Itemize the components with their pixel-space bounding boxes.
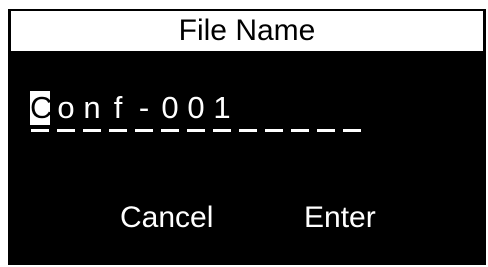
char-slot[interactable]: n <box>83 89 101 145</box>
char-underline <box>31 129 49 132</box>
char-slot[interactable] <box>317 89 335 145</box>
char-underline <box>265 129 283 132</box>
char-slot[interactable]: 0 <box>161 89 179 145</box>
char-underline <box>213 129 231 132</box>
title-bar: File Name <box>11 11 483 51</box>
char-underline <box>187 129 205 132</box>
char-glyph: 0 <box>161 90 179 125</box>
char-slot[interactable] <box>265 89 283 145</box>
dialog-title: File Name <box>178 14 316 47</box>
char-glyph <box>316 91 336 125</box>
char-slot[interactable]: C <box>30 89 53 145</box>
char-slot[interactable] <box>239 89 257 145</box>
enter-button[interactable]: Enter <box>304 198 376 238</box>
char-slot[interactable] <box>343 89 361 145</box>
char-slot[interactable]: 1 <box>213 89 231 145</box>
char-glyph: n <box>83 90 101 125</box>
char-slot[interactable]: f <box>109 89 127 145</box>
file-name-dialog: File Name C o n f - 0 0 1 Cancel Enter <box>8 9 486 265</box>
char-underline <box>239 129 257 132</box>
char-underline <box>343 129 361 132</box>
char-underline <box>83 129 101 132</box>
char-glyph: o <box>57 90 75 125</box>
char-glyph <box>264 91 284 125</box>
char-glyph <box>342 91 362 125</box>
cancel-button[interactable]: Cancel <box>120 198 213 238</box>
char-slot[interactable]: 0 <box>187 89 205 145</box>
char-underline <box>291 129 309 132</box>
char-underline <box>135 129 153 132</box>
char-underline <box>317 129 335 132</box>
char-glyph <box>238 91 258 125</box>
char-glyph <box>290 91 310 125</box>
char-underline <box>57 129 75 132</box>
char-slot[interactable]: - <box>135 89 153 145</box>
char-underline <box>161 129 179 132</box>
char-glyph: - <box>138 90 150 125</box>
char-glyph: C <box>30 90 53 125</box>
char-glyph: 0 <box>187 90 205 125</box>
char-glyph: 1 <box>213 90 231 125</box>
char-slot[interactable] <box>291 89 309 145</box>
char-underline <box>109 129 127 132</box>
char-slot[interactable]: o <box>57 89 75 145</box>
char-glyph: f <box>113 90 123 125</box>
